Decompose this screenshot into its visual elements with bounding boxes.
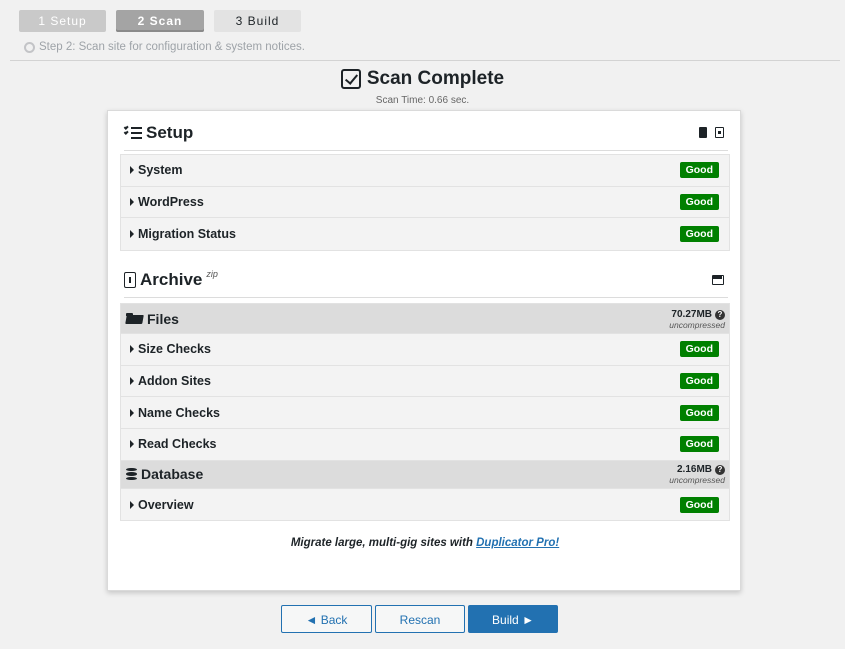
check-label: Migration Status [138,227,236,242]
check-database-overview[interactable]: Overview Good [121,489,729,521]
caret-right-icon [130,198,134,207]
archive-details-icon[interactable] [712,274,724,285]
check-migration-status[interactable]: Migration Status Good [121,218,729,250]
duplicator-pro-link[interactable]: Duplicator Pro! [476,537,559,549]
files-title: Files [147,310,179,327]
files-group-header: Files 70.27MB ? uncompressed [121,304,729,334]
caret-right-icon [130,230,134,239]
wizard-buttons: ◄ Back Rescan Build ► [281,605,558,633]
archive-format: zip [206,268,218,279]
check-label: System [138,163,183,178]
setup-checks: System Good WordPress Good Migration Sta… [120,154,730,252]
check-label: Name Checks [138,405,220,420]
caret-right-icon [130,345,134,354]
checkbox-checked-icon [340,69,361,89]
step-setup: 1 Setup [19,10,106,32]
database-group-header: Database 2.16MB ? uncompressed [121,460,729,489]
check-size[interactable]: Size Checks Good [121,334,729,366]
setup-section-header: Setup [123,115,728,151]
scan-time: Scan Time: 0.66 sec. [375,95,470,106]
server-icon[interactable] [699,127,707,138]
archive-checks: Files 70.27MB ? uncompressed Size Checks… [120,303,730,522]
help-icon[interactable]: ? [715,309,725,320]
caret-right-icon [130,500,134,509]
scan-heading: Scan Complete Scan Time: 0.66 sec. [0,68,845,106]
status-badge: Good [679,226,719,243]
caret-right-icon [130,166,134,175]
step-hint: Step 2: Scan site for configuration & sy… [24,41,305,53]
file-details-icon[interactable] [715,127,724,138]
database-icon [126,467,137,481]
files-size-value: 70.27MB [671,308,712,320]
back-button[interactable]: ◄ Back [281,605,372,633]
check-label: Read Checks [138,437,217,452]
check-label: Size Checks [138,342,211,357]
rescan-button[interactable]: Rescan [375,605,465,633]
check-read[interactable]: Read Checks Good [121,429,729,461]
check-names[interactable]: Name Checks Good [121,397,729,430]
folder-open-icon [126,313,143,324]
wordpress-icon [24,41,35,53]
archive-title: Archive [140,269,203,289]
caret-right-icon [130,377,134,386]
status-badge: Good [679,496,719,513]
check-wordpress[interactable]: WordPress Good [121,187,729,219]
step-hint-text: Step 2: Scan site for configuration & sy… [39,41,305,53]
caret-right-icon [130,440,134,449]
check-addon-sites[interactable]: Addon Sites Good [121,366,729,398]
file-archive-icon [124,271,136,288]
files-size: 70.27MB ? uncompressed [669,308,725,330]
files-size-note: uncompressed [669,319,725,330]
promo-text: Migrate large, multi-gig sites with [290,537,477,549]
database-size-value: 2.16MB [676,464,712,476]
help-icon[interactable]: ? [715,465,725,476]
status-badge: Good [679,404,719,421]
check-label: Addon Sites [138,374,211,389]
divider [10,60,840,61]
step-scan: 2 Scan [116,10,204,32]
archive-section-header: Archive zip [124,262,728,298]
scan-results-panel: Setup System Good WordPress Good Migrati… [107,110,741,591]
status-badge: Good [679,162,719,179]
upgrade-promo: Migrate large, multi-gig sites with Dupl… [108,537,742,549]
check-system[interactable]: System Good [121,155,729,187]
status-badge: Good [679,194,719,211]
page-title: Scan Complete [366,68,505,89]
database-title: Database [141,466,204,483]
check-label: Overview [138,497,194,512]
status-badge: Good [679,341,719,358]
status-badge: Good [679,373,719,390]
setup-title: Setup [146,122,194,142]
caret-right-icon [130,408,134,417]
database-size-note: uncompressed [669,475,725,486]
status-badge: Good [679,436,719,453]
wizard-steps: 1 Setup 2 Scan 3 Build [19,10,301,32]
database-size: 2.16MB ? uncompressed [669,463,725,485]
step-build: 3 Build [214,10,301,32]
build-button[interactable]: Build ► [468,605,558,633]
check-label: WordPress [138,195,204,210]
checklist-icon [123,124,142,139]
